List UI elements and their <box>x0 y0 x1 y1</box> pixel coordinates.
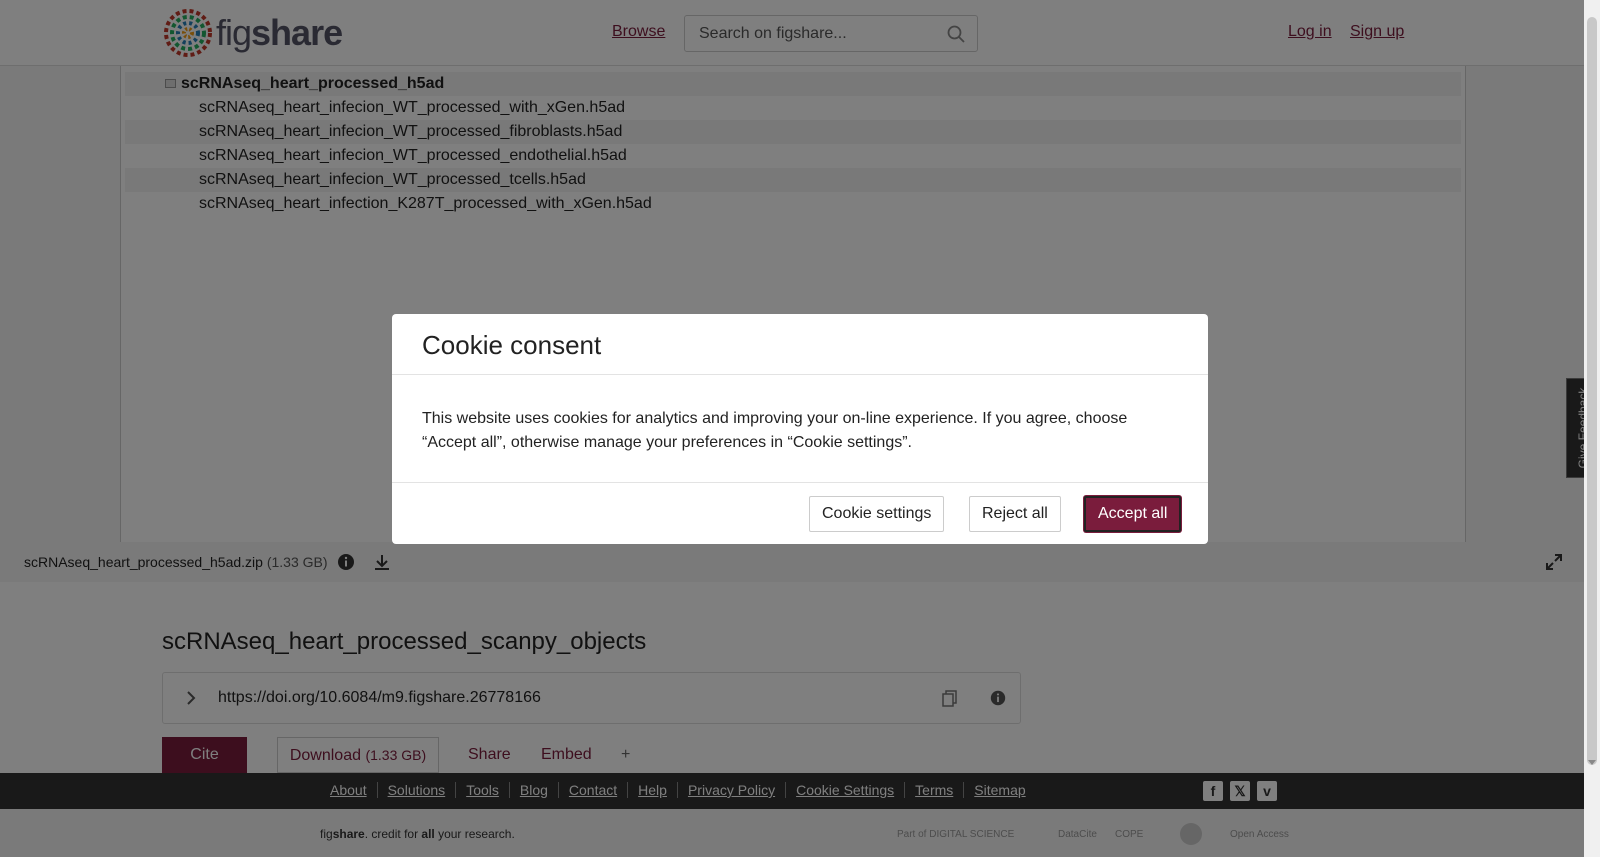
dialog-footer: Cookie settings Reject all Accept all <box>392 483 1208 543</box>
scrollbar-thumb[interactable] <box>1587 17 1597 765</box>
scroll-down-arrow-icon[interactable] <box>1588 760 1596 765</box>
page-scrollbar[interactable] <box>1584 0 1600 857</box>
reject-all-button[interactable]: Reject all <box>969 496 1061 532</box>
cookie-consent-dialog: Cookie consent This website uses cookies… <box>392 314 1208 544</box>
dialog-body: This website uses cookies for analytics … <box>392 375 1208 483</box>
accept-all-button[interactable]: Accept all <box>1084 496 1182 532</box>
dialog-title: Cookie consent <box>392 314 1208 375</box>
cookie-settings-button[interactable]: Cookie settings <box>809 496 945 532</box>
